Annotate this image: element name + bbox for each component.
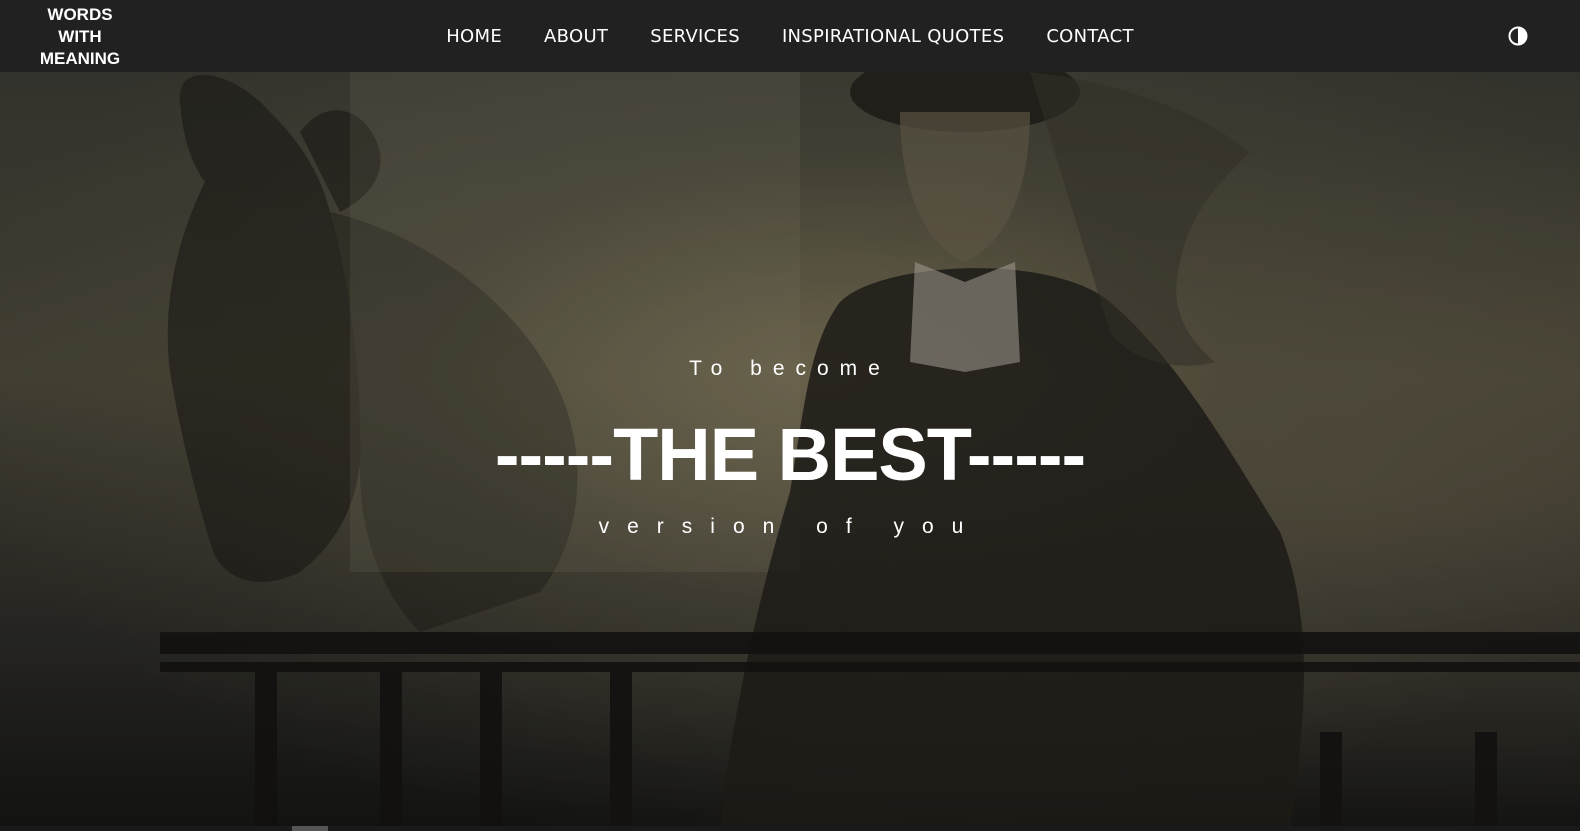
contrast-icon	[1508, 26, 1528, 46]
nav-link-services[interactable]: SERVICES	[650, 26, 740, 47]
nav-link-contact[interactable]: CONTACT	[1046, 26, 1133, 47]
hero-title: -----THE BEST-----	[494, 413, 1086, 496]
hero-pre-title: To become	[689, 357, 891, 380]
nav-link-about[interactable]: ABOUT	[544, 26, 608, 47]
logo-line-3: MEANING	[39, 49, 121, 68]
hero-section: To become -----THE BEST----- version of …	[0, 72, 1580, 831]
theme-toggle-button[interactable]	[1508, 26, 1528, 46]
main-nav: HOME ABOUT SERVICES INSPIRATIONAL QUOTES…	[0, 0, 1580, 72]
nav-item-contact: CONTACT	[1046, 26, 1133, 47]
navbar: WORDS WITH MEANING HOME ABOUT SERVICES I…	[0, 0, 1580, 72]
nav-item-home: HOME	[446, 26, 502, 47]
nav-item-about: ABOUT	[544, 26, 608, 47]
nav-link-home[interactable]: HOME	[446, 26, 502, 47]
logo-line-1: WORDS	[47, 5, 113, 24]
nav-link-inspirational-quotes[interactable]: INSPIRATIONAL QUOTES	[782, 26, 1004, 47]
scrollbar-thumb[interactable]	[292, 826, 328, 831]
site-logo[interactable]: WORDS WITH MEANING	[30, 4, 130, 70]
nav-item-services: SERVICES	[650, 26, 740, 47]
horizontal-scrollbar[interactable]	[0, 826, 1580, 831]
hero-sub-title: version of you	[598, 515, 982, 538]
nav-item-quotes: INSPIRATIONAL QUOTES	[782, 26, 1004, 47]
logo-line-2: WITH	[58, 27, 102, 46]
